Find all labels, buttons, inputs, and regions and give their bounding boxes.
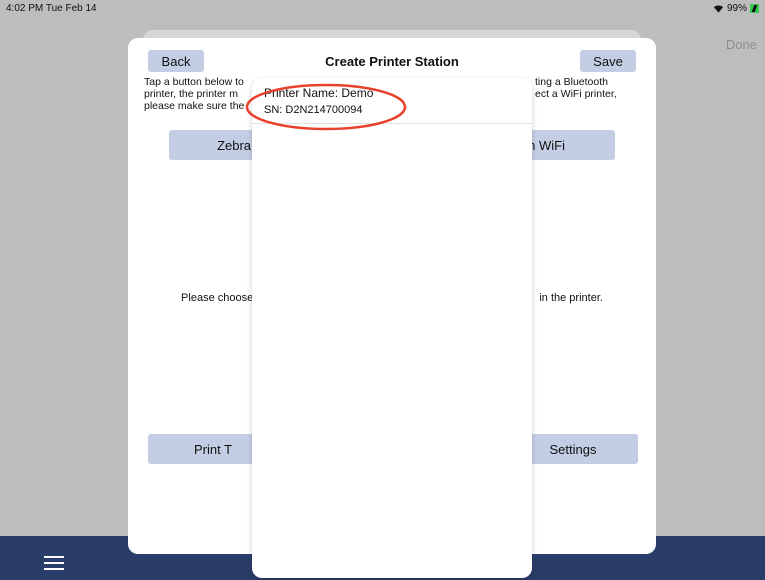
modal-title: Create Printer Station [325,54,459,69]
choose-text-right: in the printer. [539,292,603,304]
status-indicators: 99% [713,3,759,14]
status-time: 4:02 PM Tue Feb 14 [6,3,97,14]
intro-line3-left: please make sure the [144,100,245,112]
red-highlight-circle [245,83,407,131]
intro-line1-left: Tap a button below to [144,76,244,88]
wifi-icon [713,5,724,13]
battery-percent: 99% [726,3,747,14]
hamburger-icon[interactable] [44,556,64,570]
save-button[interactable]: Save [580,50,636,72]
done-button[interactable]: Done [726,37,757,52]
intro-line2-left: printer, the printer m [144,88,238,100]
intro-line2-right: ect a WiFi printer, [535,88,617,100]
battery-charging-icon [750,4,759,13]
intro-line1-right: ting a Bluetooth [535,76,608,88]
status-bar: 4:02 PM Tue Feb 14 99% [0,0,765,18]
choose-text-left: Please choose [181,292,254,304]
printer-list-popover: Printer Name: Demo SN: D2N214700094 [252,78,532,578]
